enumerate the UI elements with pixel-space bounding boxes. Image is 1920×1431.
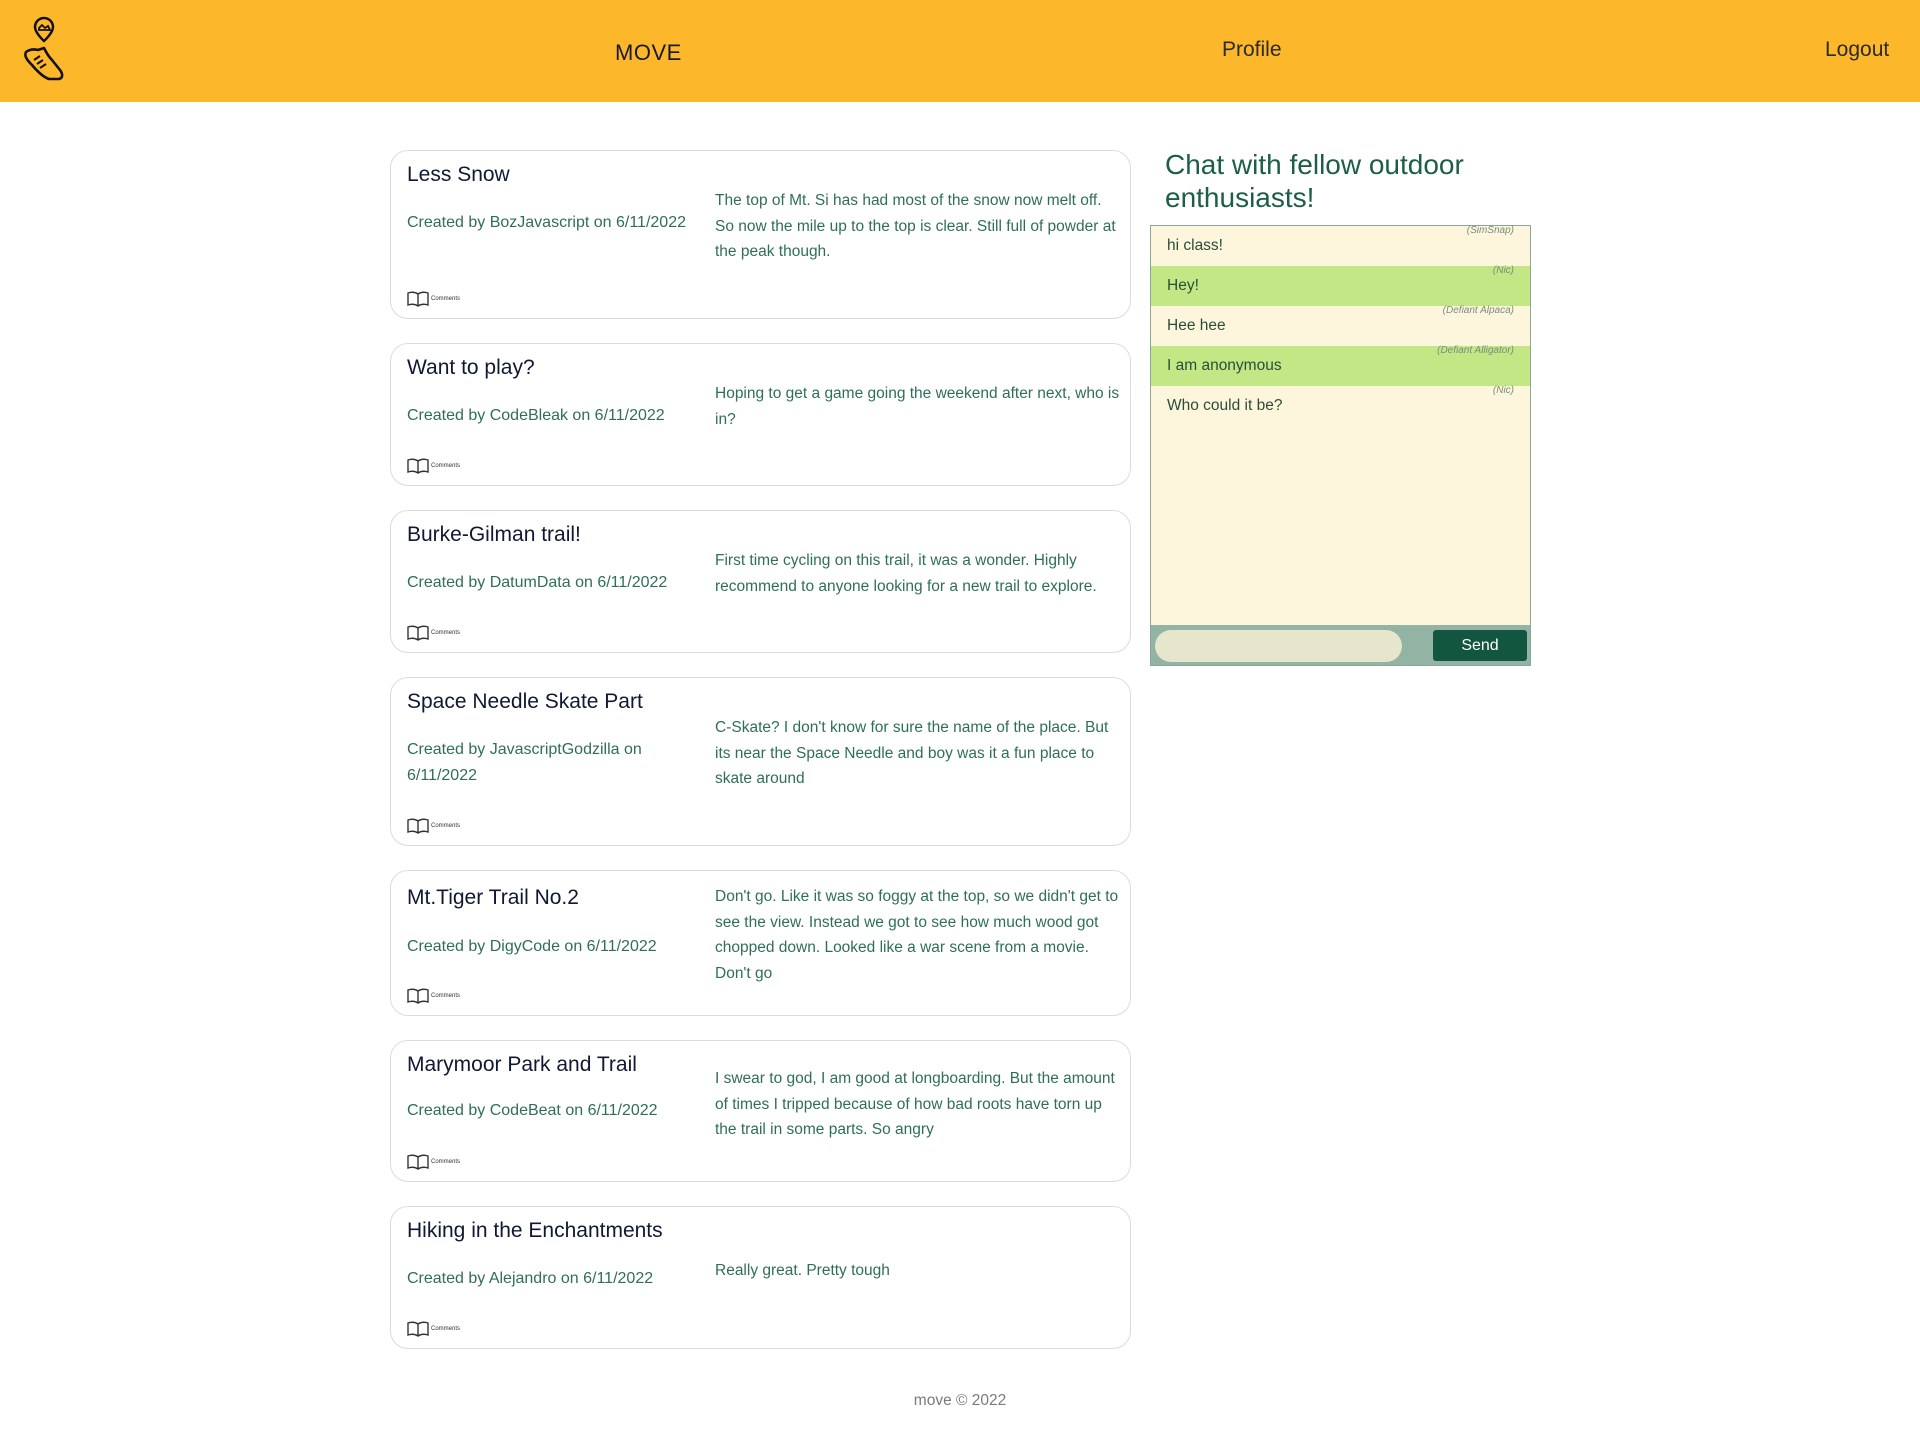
post-meta: Created by DigyCode on 6/11/2022 [407, 938, 657, 955]
chat-message-text: I am anonymous [1167, 357, 1282, 374]
chat-message-text: Hey! [1167, 277, 1199, 294]
chat-message-author: (Nic) [1492, 385, 1514, 396]
post-card: Space Needle Skate Part Created by Javas… [390, 677, 1131, 846]
chat-panel: hi class! (SimSnap) Hey! (Nic) Hee hee (… [1150, 225, 1531, 666]
post-title: Burke-Gilman trail! [407, 523, 581, 546]
running-shoe-location-icon[interactable] [18, 16, 68, 86]
post-meta: Created by CodeBeat on 6/11/2022 [407, 1102, 658, 1119]
open-book-icon [407, 625, 429, 641]
chat-message: I am anonymous (Defiant Alligator) [1151, 345, 1530, 386]
open-book-icon [407, 988, 429, 1004]
chat-compose-bar: Send [1151, 625, 1530, 665]
post-title: Mt.Tiger Trail No.2 [407, 886, 579, 909]
post-body: C-Skate? I don't know for sure the name … [715, 719, 1109, 787]
page-footer: move © 2022 [913, 1392, 1007, 1409]
chat-message-author: (Defiant Alligator) [1437, 345, 1514, 356]
post-card: Want to play? Created by CodeBleak on 6/… [390, 343, 1131, 486]
comments-label: Comments [431, 1159, 461, 1165]
send-button[interactable]: Send [1433, 630, 1527, 661]
top-nav-bar: MOVE Profile Logout [0, 0, 1920, 102]
comments-label: Comments [431, 296, 461, 302]
comments-label: Comments [431, 630, 461, 636]
open-book-icon [407, 458, 429, 474]
chat-message: hi class! (SimSnap) [1151, 225, 1530, 266]
post-meta: Created by CodeBleak on 6/11/2022 [407, 407, 665, 424]
open-book-icon [407, 818, 429, 834]
chat-message-text: hi class! [1167, 237, 1223, 254]
post-card: Hiking in the Enchantments Created by Al… [390, 1206, 1131, 1349]
comments-button[interactable]: Comments [407, 818, 460, 834]
post-card: Mt.Tiger Trail No.2 Created by DigyCode … [390, 870, 1131, 1016]
chat-message: Who could it be? (Nic) [1151, 385, 1530, 426]
comments-label: Comments [431, 1326, 461, 1332]
post-meta: Created by DatumData on 6/11/2022 [407, 574, 668, 591]
post-card: Marymoor Park and Trail Created by CodeB… [390, 1040, 1131, 1182]
comments-button[interactable]: Comments [407, 1321, 460, 1337]
brand-home-link[interactable]: MOVE [615, 40, 682, 66]
chat-message: Hee hee (Defiant Alpaca) [1151, 305, 1530, 346]
chat-message-author: (SimSnap) [1466, 225, 1514, 236]
post-title: Marymoor Park and Trail [407, 1053, 637, 1076]
chat-message: Hey! (Nic) [1151, 265, 1530, 306]
post-body: The top of Mt. Si has had most of the sn… [715, 192, 1116, 260]
comments-label: Comments [431, 463, 461, 469]
post-body: First time cycling on this trail, it was… [715, 552, 1097, 595]
open-book-icon [407, 291, 429, 307]
post-card: Burke-Gilman trail! Created by DatumData… [390, 510, 1131, 653]
chat-message-input[interactable] [1155, 630, 1402, 662]
comments-button[interactable]: Comments [407, 1154, 460, 1170]
comments-button[interactable]: Comments [407, 988, 460, 1004]
chat-message-author: (Defiant Alpaca) [1442, 305, 1514, 316]
comments-button[interactable]: Comments [407, 291, 460, 307]
comments-label: Comments [431, 823, 461, 829]
post-body: Really great. Pretty tough [715, 1262, 890, 1279]
post-body: Don't go. Like it was so foggy at the to… [715, 888, 1119, 982]
nav-profile-link[interactable]: Profile [1222, 38, 1282, 62]
post-title: Space Needle Skate Part [407, 690, 643, 713]
chat-message-author: (Nic) [1492, 265, 1514, 276]
chat-message-text: Who could it be? [1167, 397, 1283, 414]
post-card: Less Snow Created by BozJavascript on 6/… [390, 150, 1131, 319]
post-meta: Created by JavascriptGodzilla on 6/11/20… [407, 741, 642, 784]
comments-label: Comments [431, 993, 461, 999]
chat-heading: Chat with fellow outdoor enthusiasts! [1165, 149, 1464, 213]
open-book-icon [407, 1321, 429, 1337]
post-meta: Created by BozJavascript on 6/11/2022 [407, 214, 686, 231]
post-meta: Created by Alejandro on 6/11/2022 [407, 1270, 654, 1287]
comments-button[interactable]: Comments [407, 625, 460, 641]
post-title: Less Snow [407, 163, 510, 186]
comments-button[interactable]: Comments [407, 458, 460, 474]
chat-message-text: Hee hee [1167, 317, 1226, 334]
post-title: Hiking in the Enchantments [407, 1219, 663, 1242]
post-title: Want to play? [407, 356, 535, 379]
post-body: I swear to god, I am good at longboardin… [715, 1070, 1115, 1138]
post-body: Hoping to get a game going the weekend a… [715, 385, 1120, 428]
nav-logout-link[interactable]: Logout [1825, 38, 1889, 62]
open-book-icon [407, 1154, 429, 1170]
